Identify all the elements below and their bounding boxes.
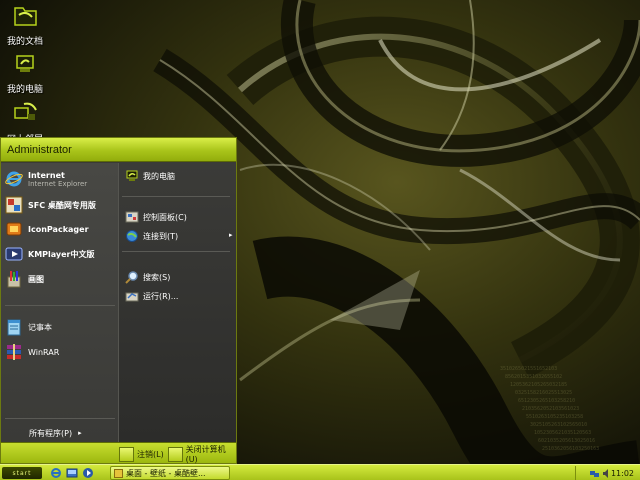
menu-item-control-panel[interactable]: 控制面板(C) (125, 208, 187, 226)
start-label: start (12, 469, 32, 477)
connect-to-icon (125, 229, 139, 243)
iconpackager-icon (5, 220, 23, 238)
desktop-icon-label: 我的电脑 (6, 85, 43, 95)
menu-item-sublabel: Internet Explorer (28, 179, 88, 188)
my-computer-icon (125, 169, 139, 183)
svg-text:6021035205613025016: 6021035205613025016 (538, 438, 595, 444)
svg-text:3025105263102565010: 3025105263102565010 (530, 422, 587, 428)
shutdown-label: 关闭计算机(U) (185, 445, 226, 464)
menu-item-notepad[interactable]: 记事本 (5, 316, 117, 338)
menu-item-search[interactable]: 搜索(S) (125, 268, 170, 286)
start-button[interactable]: start (2, 467, 42, 479)
search-icon (125, 270, 139, 284)
system-tray: 11:02 (575, 466, 640, 480)
start-menu: Administrator Internet Internet Explorer… (0, 137, 237, 464)
desktop-icon-label: 我的文档 (6, 37, 43, 47)
logoff-button[interactable]: 注销(L) (119, 446, 164, 462)
desktop-icon-my-documents[interactable]: 我的文档 (0, 2, 50, 47)
network-tray-icon[interactable] (590, 469, 599, 478)
shutdown-button[interactable]: 关闭计算机(U) (168, 445, 236, 464)
menu-separator (122, 251, 230, 252)
paint-icon (5, 270, 23, 288)
media-player-icon[interactable] (82, 467, 94, 479)
menu-item-label: 记事本 (28, 322, 52, 332)
svg-text:1052305621035120563: 1052305621035120563 (534, 430, 591, 436)
menu-item-label: 控制面板(C) (143, 212, 187, 222)
menu-item-label: 连接到(T) (143, 231, 179, 241)
menu-item-connect-to[interactable]: 连接到(T) (125, 227, 178, 245)
menu-separator (122, 196, 230, 197)
submenu-arrow-icon: ▸ (229, 231, 233, 239)
folder-icon (114, 468, 123, 478)
arrow-right-icon: ▸ (78, 429, 82, 437)
desktop-icon-my-computer[interactable]: 我的电脑 (0, 50, 50, 95)
clock[interactable]: 11:02 (611, 469, 634, 478)
svg-text:2510362056103250163: 2510362056103250163 (542, 446, 599, 452)
taskbar-window-title: 桌面 - 壁纸 - 桌酷壁... (126, 468, 206, 478)
svg-text:0325158216025513025: 0325158216025513025 (515, 390, 572, 396)
svg-text:5510263105235103258: 5510263105235103258 (526, 414, 583, 420)
user-name: Administrator (7, 143, 72, 156)
menu-item-label: WinRAR (28, 347, 60, 357)
volume-tray-icon[interactable] (602, 469, 611, 478)
menu-item-label: KMPlayer中文版 (28, 249, 95, 259)
start-menu-header: Administrator (1, 138, 236, 162)
internet-explorer-icon (5, 170, 23, 188)
menu-item-label: 我的电脑 (143, 171, 175, 181)
taskbar: start 桌面 - 壁纸 - 桌酷壁... 11:02 (0, 464, 640, 480)
menu-item-label: Internet (28, 170, 65, 180)
show-desktop-icon[interactable] (66, 467, 78, 479)
menu-item-paint[interactable]: 画图 (5, 268, 117, 290)
menu-item-label: 搜索(S) (143, 272, 171, 282)
menu-item-label: SFC 桌酷网专用版 (28, 200, 96, 210)
menu-item-run[interactable]: 运行(R)... (125, 287, 178, 305)
control-panel-icon (125, 210, 139, 224)
menu-item-label: IconPackager (28, 224, 89, 234)
menu-item-kmplayer[interactable]: KMPlayer中文版 (5, 243, 117, 265)
all-programs-label: 所有程序(P) (29, 428, 73, 438)
kmplayer-icon (5, 245, 23, 263)
menu-item-label: 运行(R)... (143, 291, 179, 301)
ie-quicklaunch-icon[interactable] (50, 467, 62, 479)
menu-item-internet[interactable]: Internet Internet Explorer (5, 168, 117, 190)
sfc-app-icon (5, 196, 23, 214)
svg-text:1205362105265032185: 1205362105265032185 (510, 382, 567, 388)
menu-item-label: 画图 (28, 274, 44, 284)
menu-separator (5, 305, 115, 306)
run-icon (125, 289, 139, 303)
network-icon (10, 100, 40, 130)
logoff-label: 注销(L) (137, 449, 164, 459)
menu-item-sfc[interactable]: SFC 桌酷网专用版 (5, 194, 117, 216)
computer-icon (10, 50, 40, 80)
notepad-icon (5, 318, 23, 336)
folder-documents-icon (10, 2, 40, 32)
menu-item-my-computer[interactable]: 我的电脑 (125, 167, 175, 185)
start-menu-footer: 注销(L) 关闭计算机(U) (1, 442, 236, 464)
menu-separator (5, 418, 115, 419)
menu-item-iconpackager[interactable]: IconPackager (5, 218, 117, 240)
menu-item-winrar[interactable]: WinRAR (5, 341, 117, 363)
svg-text:2103562052103561023: 2103562052103561023 (522, 406, 579, 412)
shutdown-icon (168, 446, 183, 462)
taskbar-window-button[interactable]: 桌面 - 壁纸 - 桌酷壁... (110, 466, 230, 480)
svg-text:8562015351032655102: 8562015351032655102 (505, 374, 562, 380)
svg-text:6512305265103258210: 6512305265103258210 (518, 398, 575, 404)
all-programs-button[interactable]: 所有程序(P) ▸ (29, 422, 109, 444)
logoff-icon (119, 446, 134, 462)
winrar-icon (5, 343, 23, 361)
svg-text:3510265021551652103: 3510265021551652103 (500, 366, 557, 372)
